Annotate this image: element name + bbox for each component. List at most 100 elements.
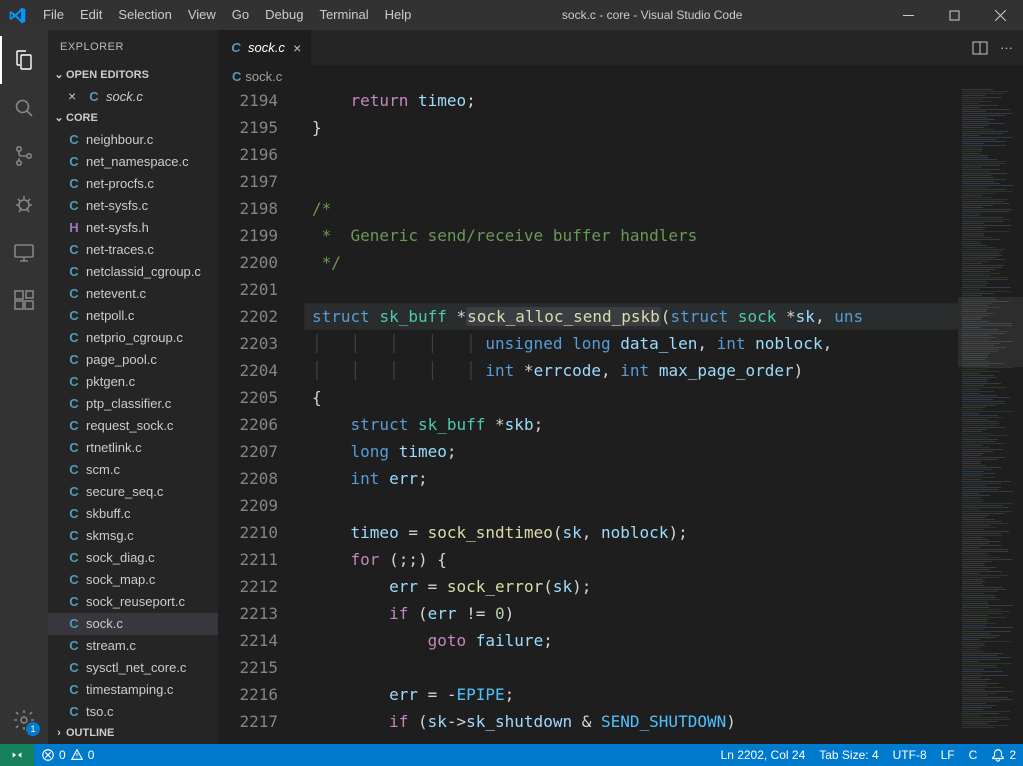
file-row[interactable]: Csock.c [48, 613, 218, 635]
menu-debug[interactable]: Debug [257, 0, 311, 30]
file-name: netpoll.c [86, 308, 134, 323]
menu-help[interactable]: Help [377, 0, 420, 30]
menu-view[interactable]: View [180, 0, 224, 30]
file-row[interactable]: Ctso.c [48, 701, 218, 723]
status-encoding[interactable]: UTF-8 [886, 744, 934, 766]
window-close-button[interactable] [977, 0, 1023, 30]
folder-section[interactable]: ⌄ CORE [48, 107, 218, 128]
activity-source-control-icon[interactable] [0, 132, 48, 180]
activity-search-icon[interactable] [0, 84, 48, 132]
file-row[interactable]: Cstream.c [48, 635, 218, 657]
file-row[interactable]: Cnet-traces.c [48, 239, 218, 261]
more-actions-icon[interactable]: ··· [1000, 40, 1013, 55]
file-name: net-procfs.c [86, 176, 154, 191]
c-file-icon: C [66, 462, 82, 478]
line-number-gutter[interactable]: 2194219521962197219821992200220122022203… [218, 87, 304, 744]
file-row[interactable]: Hnet-sysfs.h [48, 217, 218, 239]
file-row[interactable]: Cnet-procfs.c [48, 173, 218, 195]
menu-edit[interactable]: Edit [72, 0, 110, 30]
file-row[interactable]: Csysctl_net_core.c [48, 657, 218, 679]
c-file-icon: C [66, 660, 82, 676]
open-editors-section[interactable]: ⌄ OPEN EDITORS [48, 64, 218, 85]
file-row[interactable]: Cpage_pool.c [48, 349, 218, 371]
tab-label: sock.c [248, 40, 285, 55]
activity-explorer-icon[interactable] [0, 36, 48, 84]
explorer-sidebar: EXPLORER ⌄ OPEN EDITORS × C sock.c ⌄ COR… [48, 30, 218, 744]
outline-label: OUTLINE [66, 727, 114, 739]
file-name: netevent.c [86, 286, 146, 301]
c-file-icon: C [66, 682, 82, 698]
c-file-icon: C [66, 484, 82, 500]
file-row[interactable]: Csecure_seq.c [48, 481, 218, 503]
file-name: tso.c [86, 704, 113, 719]
menu-selection[interactable]: Selection [110, 0, 179, 30]
minimap[interactable] [958, 87, 1023, 744]
file-row[interactable]: Cscm.c [48, 459, 218, 481]
activity-extensions-icon[interactable] [0, 276, 48, 324]
file-name: net-sysfs.h [86, 220, 149, 235]
file-row[interactable]: Cneighbour.c [48, 129, 218, 151]
file-name: request_sock.c [86, 418, 173, 433]
code-editor[interactable]: return timeo;} /* * Generic send/receive… [304, 87, 958, 744]
chevron-down-icon: ⌄ [52, 111, 66, 124]
file-row[interactable]: Cpktgen.c [48, 371, 218, 393]
c-file-icon: C [66, 330, 82, 346]
menu-go[interactable]: Go [224, 0, 257, 30]
activity-remote-icon[interactable] [0, 228, 48, 276]
status-notifications[interactable]: 2 [984, 744, 1023, 766]
close-icon[interactable]: × [293, 40, 301, 56]
chevron-right-icon: › [52, 727, 66, 739]
open-editor-item[interactable]: × C sock.c [48, 86, 218, 107]
file-row[interactable]: Cnet-sysfs.c [48, 195, 218, 217]
status-tab-size[interactable]: Tab Size: 4 [812, 744, 885, 766]
breadcrumb-file: sock.c [245, 69, 282, 84]
file-row[interactable]: Csock_reuseport.c [48, 591, 218, 613]
minimap-viewport[interactable] [958, 297, 1023, 367]
file-row[interactable]: Cskmsg.c [48, 525, 218, 547]
file-name: sock_diag.c [86, 550, 155, 565]
breadcrumb[interactable]: C sock.c [218, 65, 1023, 87]
file-name: neighbour.c [86, 132, 153, 147]
tab-sock-c[interactable]: C sock.c × [218, 30, 312, 65]
file-name: rtnetlink.c [86, 440, 142, 455]
c-file-icon: C [66, 396, 82, 412]
status-error-count: 0 [59, 748, 66, 762]
window-maximize-button[interactable] [931, 0, 977, 30]
menu-terminal[interactable]: Terminal [311, 0, 376, 30]
activity-debug-icon[interactable] [0, 180, 48, 228]
status-remote-icon[interactable] [0, 744, 34, 766]
close-icon[interactable]: × [68, 88, 84, 104]
editor-area: C sock.c × ··· C sock.c 2194219521962197… [218, 30, 1023, 744]
file-row[interactable]: Cptp_classifier.c [48, 393, 218, 415]
status-problems[interactable]: 0 0 [34, 744, 101, 766]
file-row[interactable]: Csock_diag.c [48, 547, 218, 569]
c-file-icon: C [232, 69, 241, 84]
menu-file[interactable]: File [35, 0, 72, 30]
window-minimize-button[interactable] [885, 0, 931, 30]
c-file-icon: C [66, 352, 82, 368]
c-file-icon: C [66, 242, 82, 258]
file-name: net_namespace.c [86, 154, 189, 169]
activity-settings-icon[interactable]: 1 [0, 696, 48, 744]
c-file-icon: C [66, 154, 82, 170]
file-row[interactable]: Crequest_sock.c [48, 415, 218, 437]
status-language[interactable]: C [962, 744, 985, 766]
c-file-icon: C [66, 418, 82, 434]
status-cursor-position[interactable]: Ln 2202, Col 24 [714, 744, 813, 766]
outline-section[interactable]: › OUTLINE [48, 723, 218, 744]
split-editor-icon[interactable] [972, 40, 988, 56]
file-row[interactable]: Cnet_namespace.c [48, 151, 218, 173]
file-row[interactable]: Cnetevent.c [48, 283, 218, 305]
file-row[interactable]: Cskbuff.c [48, 503, 218, 525]
file-row[interactable]: Crtnetlink.c [48, 437, 218, 459]
status-bar: 0 0 Ln 2202, Col 24 Tab Size: 4 UTF-8 LF… [0, 744, 1023, 766]
file-row[interactable]: Cnetprio_cgroup.c [48, 327, 218, 349]
status-eol[interactable]: LF [934, 744, 962, 766]
file-row[interactable]: Csock_map.c [48, 569, 218, 591]
file-row[interactable]: Ctimestamping.c [48, 679, 218, 701]
file-row[interactable]: Cnetpoll.c [48, 305, 218, 327]
file-row[interactable]: Cnetclassid_cgroup.c [48, 261, 218, 283]
c-file-icon: C [66, 374, 82, 390]
file-name: net-sysfs.c [86, 198, 148, 213]
file-name: skbuff.c [86, 506, 131, 521]
